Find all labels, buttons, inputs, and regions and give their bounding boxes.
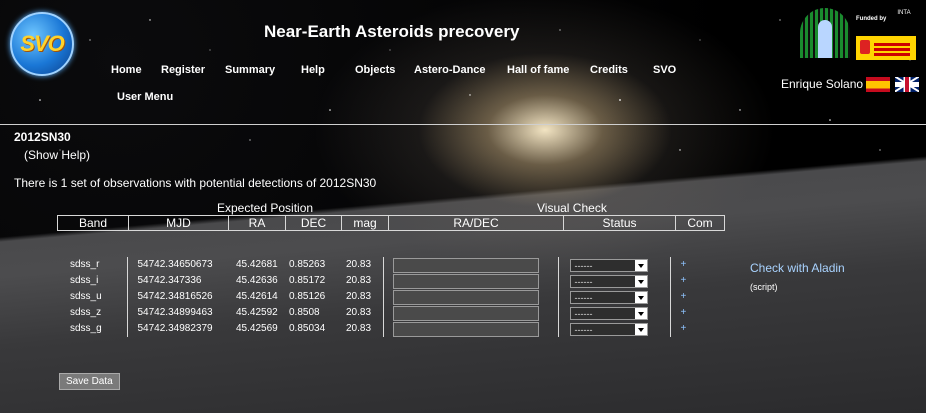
uk-flag-icon[interactable] bbox=[895, 77, 919, 92]
cell-dec: 0.85263 bbox=[289, 259, 326, 270]
col-status: Status bbox=[563, 215, 676, 231]
header-divider bbox=[0, 124, 926, 125]
nav-credits[interactable]: Credits bbox=[590, 64, 628, 76]
status-select[interactable]: ------ bbox=[569, 274, 648, 288]
cell-mjd: 54742.34816526 bbox=[126, 289, 226, 305]
nav-home[interactable]: Home bbox=[111, 64, 142, 76]
cell-band: sdss_g bbox=[70, 323, 102, 334]
status-select[interactable]: ------ bbox=[569, 290, 648, 304]
chevron-down-icon bbox=[634, 275, 647, 287]
cell-band: sdss_i bbox=[70, 275, 99, 286]
cell-ra: 45.42569 bbox=[236, 323, 278, 334]
spain-flag-icon[interactable] bbox=[866, 77, 890, 92]
inta-logo: INTA bbox=[897, 10, 911, 16]
cell-dec: 0.8508 bbox=[289, 307, 320, 318]
col-radec: RA/DEC bbox=[388, 215, 564, 231]
cell-ra: 45.42681 bbox=[236, 259, 278, 270]
col-mjd: MJD bbox=[128, 215, 229, 231]
status-select[interactable]: ------ bbox=[569, 306, 648, 320]
table-row: sdss_r 54742.34650673 45.42681 0.85263 2… bbox=[57, 257, 719, 273]
col-mag: mag bbox=[341, 215, 389, 231]
cell-mjd: 54742.34982379 bbox=[126, 321, 226, 337]
nav-svo[interactable]: SVO bbox=[653, 64, 676, 76]
status-select-value: ------ bbox=[574, 260, 593, 271]
radec-input[interactable] bbox=[392, 273, 539, 289]
add-comment-icon[interactable]: + bbox=[681, 273, 719, 289]
col-dec: DEC bbox=[285, 215, 342, 231]
site-title: Near-Earth Asteroids precovery bbox=[264, 22, 520, 41]
nav-objects[interactable]: Objects bbox=[355, 64, 395, 76]
expected-position-header: Expected Position bbox=[217, 201, 314, 215]
cell-mag: 20.83 bbox=[346, 323, 372, 334]
nav-summary[interactable]: Summary bbox=[225, 64, 275, 76]
add-comment-icon[interactable]: + bbox=[681, 305, 719, 321]
cell-mag: 20.83 bbox=[346, 291, 372, 302]
svo-logo[interactable]: SVO bbox=[10, 12, 74, 76]
cell-mag: 20.83 bbox=[346, 259, 372, 270]
table-row: sdss_g 54742.34982379 45.42569 0.85034 2… bbox=[57, 321, 719, 337]
observatory-logo-icon bbox=[800, 8, 850, 58]
chevron-down-icon bbox=[634, 307, 647, 319]
object-name: 2012SN30 bbox=[14, 130, 71, 144]
user-menu[interactable]: User Menu bbox=[117, 91, 173, 103]
nav-help[interactable]: Help bbox=[301, 64, 325, 76]
visual-check-header: Visual Check bbox=[537, 201, 607, 215]
cell-band: sdss_u bbox=[70, 291, 102, 302]
cell-mag: 20.83 bbox=[346, 275, 372, 286]
aladin-script-note[interactable]: (script) bbox=[750, 282, 778, 292]
nav-hall-of-fame[interactable]: Hall of fame bbox=[507, 64, 569, 76]
nav-astero-dance[interactable]: Astero-Dance bbox=[414, 64, 486, 76]
status-select-value: ------ bbox=[574, 276, 593, 287]
column-header-table: Band MJD RA DEC mag RA/DEC Status Com bbox=[57, 215, 725, 231]
cell-mjd: 54742.34899463 bbox=[126, 305, 226, 321]
cell-dec: 0.85172 bbox=[289, 275, 326, 286]
check-with-aladin-link[interactable]: Check with Aladin bbox=[750, 261, 845, 275]
table-row: sdss_u 54742.34816526 45.42614 0.85126 2… bbox=[57, 289, 719, 305]
add-comment-icon[interactable]: + bbox=[681, 289, 719, 305]
radec-input[interactable] bbox=[392, 321, 539, 337]
save-data-button[interactable]: Save Data bbox=[59, 373, 120, 390]
show-help-link[interactable]: (Show Help) bbox=[24, 148, 90, 162]
status-select-value: ------ bbox=[574, 292, 593, 303]
cell-ra: 45.42592 bbox=[236, 307, 278, 318]
chevron-down-icon bbox=[634, 291, 647, 303]
spanish-government-logo bbox=[856, 36, 916, 60]
chevron-down-icon bbox=[634, 323, 647, 335]
col-band: Band bbox=[57, 215, 129, 231]
status-select-value: ------ bbox=[574, 308, 593, 319]
observations-message: There is 1 set of observations with pote… bbox=[14, 176, 377, 190]
col-com: Com bbox=[675, 215, 725, 231]
cell-mjd: 54742.34650673 bbox=[126, 257, 226, 273]
nav-register[interactable]: Register bbox=[161, 64, 205, 76]
table-row: sdss_z 54742.34899463 45.42592 0.8508 20… bbox=[57, 305, 719, 321]
cell-mag: 20.83 bbox=[346, 307, 372, 318]
cell-dec: 0.85126 bbox=[289, 291, 326, 302]
status-select-value: ------ bbox=[574, 324, 593, 335]
status-select[interactable]: ------ bbox=[569, 258, 648, 272]
status-select[interactable]: ------ bbox=[569, 322, 648, 336]
add-comment-icon[interactable]: + bbox=[681, 257, 719, 273]
radec-input[interactable] bbox=[392, 305, 539, 321]
table-row: sdss_i 54742.347336 45.42636 0.85172 20.… bbox=[57, 273, 719, 289]
svo-logo-text: SVO bbox=[20, 31, 64, 56]
cell-ra: 45.42636 bbox=[236, 275, 278, 286]
col-ra: RA bbox=[228, 215, 286, 231]
chevron-down-icon bbox=[634, 259, 647, 271]
user-name: Enrique Solano bbox=[781, 77, 864, 91]
cell-ra: 45.42614 bbox=[236, 291, 278, 302]
radec-input[interactable] bbox=[392, 289, 539, 305]
cell-band: sdss_z bbox=[70, 307, 102, 318]
cell-dec: 0.85034 bbox=[289, 323, 326, 334]
sponsor-logos: Funded by INTA bbox=[800, 8, 918, 60]
observations-table: sdss_r 54742.34650673 45.42681 0.85263 2… bbox=[57, 257, 719, 337]
radec-input[interactable] bbox=[392, 257, 539, 273]
funded-by-label: Funded by bbox=[856, 16, 887, 22]
cell-mjd: 54742.347336 bbox=[126, 273, 226, 289]
cell-band: sdss_r bbox=[70, 259, 100, 270]
add-comment-icon[interactable]: + bbox=[681, 321, 719, 337]
